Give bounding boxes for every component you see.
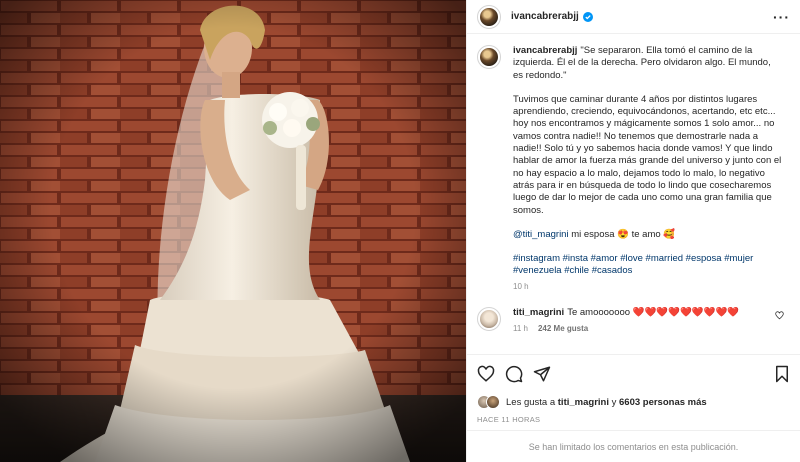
comment-bubble-icon[interactable] [505, 365, 523, 383]
comment-text: Te amooooooo ❤️❤️❤️❤️❤️❤️❤️❤️❤️ [567, 307, 740, 319]
likes-user[interactable]: titi_magrini [558, 397, 609, 408]
comment-item: titi_magrini Te amooooooo ❤️❤️❤️❤️❤️❤️❤️❤… [477, 307, 790, 335]
caption-hashtags[interactable]: #instagram #insta #amor #love #married #… [513, 253, 783, 278]
caption: ivancabrerabjj "Se separaron. Ella tomó e… [477, 45, 790, 293]
wedding-photo [0, 0, 466, 462]
share-send-icon[interactable] [533, 365, 551, 383]
post-timestamp: HACE 11 HORAS [477, 415, 541, 424]
likes-text: Les gusta a titi_magrini y 6603 personas… [506, 397, 707, 408]
comment-text-line: titi_magrini Te amooooooo ❤️❤️❤️❤️❤️❤️❤️❤… [513, 307, 739, 319]
author-avatar[interactable] [477, 4, 501, 29]
comment-meta: 11 h 242 Me gusta [513, 323, 739, 335]
comment-likes[interactable]: 242 Me gusta [538, 324, 588, 333]
commenter-username[interactable]: titi_magrini [513, 307, 564, 318]
post-modal: ivancabrerabjj ··· ivancabrerabjj "Se sep… [0, 0, 800, 462]
caption-mention-line: @titi_magrini mi esposa 😍 te amo 🥰 [513, 229, 783, 241]
save-bookmark-icon[interactable] [774, 365, 790, 383]
like-heart-icon[interactable] [477, 365, 495, 383]
post-actions: Les gusta a titi_magrini y 6603 personas… [467, 354, 800, 424]
verified-badge-icon [582, 11, 593, 22]
likes-summary[interactable]: Les gusta a titi_magrini y 6603 personas… [477, 395, 790, 409]
comments-list[interactable]: ivancabrerabjj "Se separaron. Ella tomó e… [467, 35, 800, 353]
likes-mid: y [608, 396, 619, 408]
more-options-icon[interactable]: ··· [773, 9, 790, 25]
caption-author-avatar[interactable] [477, 45, 501, 69]
comment-like-icon[interactable] [775, 311, 784, 320]
mention-link[interactable]: @titi_magrini [513, 229, 569, 240]
caption-username[interactable]: ivancabrerabjj [513, 45, 577, 56]
likes-prefix: Les gusta a [506, 396, 558, 408]
commenter-avatar[interactable] [477, 307, 501, 332]
action-icons [477, 363, 790, 385]
post-sidebar: ivancabrerabjj ··· ivancabrerabjj "Se sep… [466, 0, 800, 462]
mention-text: mi esposa 😍 te amo 🥰 [568, 228, 676, 240]
comment-time: 11 h [513, 324, 528, 334]
author-username[interactable]: ivancabrerabjj [511, 11, 579, 22]
caption-paragraph: Tuvimos que caminar durante 4 años por d… [513, 93, 782, 216]
liker-avatar [486, 395, 500, 409]
caption-quote: ivancabrerabjj "Se separaron. Ella tomó e… [513, 45, 783, 82]
likes-count[interactable]: 6603 personas más [619, 397, 707, 408]
post-header: ivancabrerabjj ··· [467, 0, 800, 34]
post-photo[interactable] [0, 0, 466, 462]
caption-time: 10 h [513, 281, 529, 291]
comments-limited-notice: Se han limitado los comentarios en esta … [467, 430, 800, 462]
